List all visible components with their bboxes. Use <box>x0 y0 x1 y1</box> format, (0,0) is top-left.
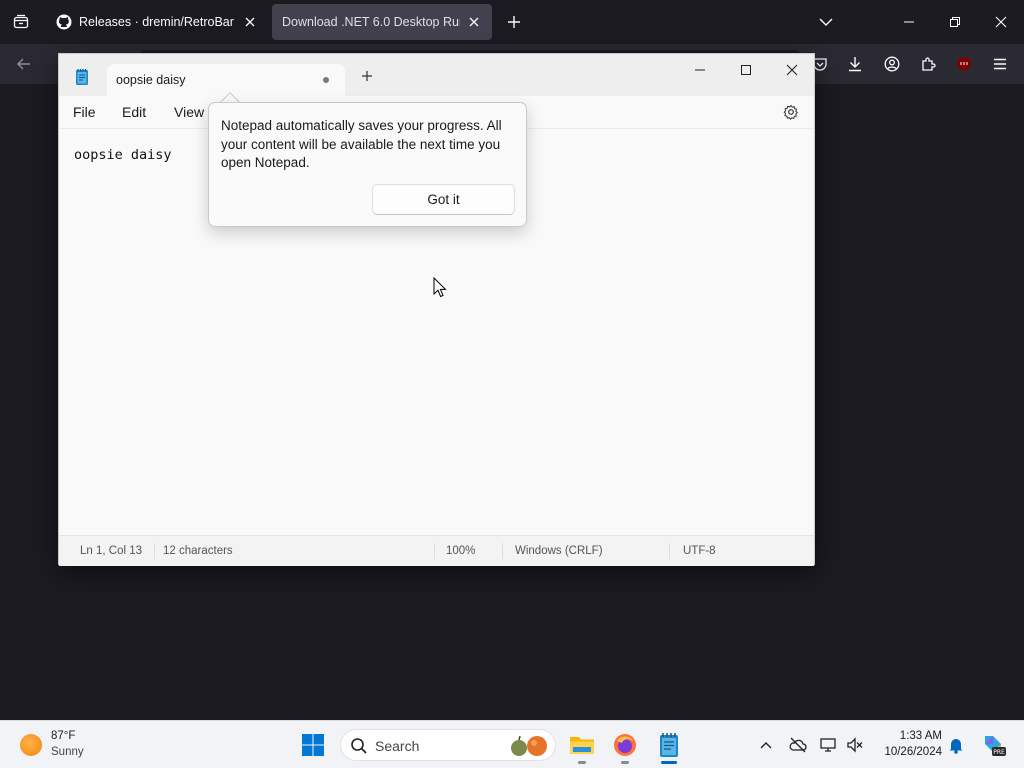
windows-logo-icon <box>302 734 324 756</box>
close-tab-icon[interactable] <box>242 14 258 30</box>
search-icon <box>351 738 367 754</box>
browser-tab-bar: Releases · dremin/RetroBar Download .NET… <box>0 0 1024 44</box>
mouse-cursor-icon <box>433 277 447 298</box>
back-arrow-icon <box>17 58 30 70</box>
firefox-icon <box>614 734 636 756</box>
settings-button[interactable] <box>782 103 800 121</box>
gear-icon <box>783 104 799 120</box>
folder-icon <box>570 737 594 754</box>
cursor-position: Ln 1, Col 13 <box>80 545 143 557</box>
notepad-minimize-button[interactable] <box>677 54 723 86</box>
status-divider <box>502 543 503 559</box>
copilot-icon: PRE <box>985 736 1006 756</box>
editor-content: oopsie daisy <box>74 147 172 163</box>
taskbar-search-box[interactable]: Search <box>340 729 556 761</box>
browser-restore-button[interactable] <box>932 0 978 44</box>
running-indicator <box>621 761 629 764</box>
search-highlight-art-icon <box>511 735 547 756</box>
network-icon <box>820 738 836 752</box>
show-hidden-icons-button[interactable] <box>756 735 776 755</box>
onedrive-tray-icon[interactable] <box>788 735 808 755</box>
notepad-maximize-button[interactable] <box>723 54 769 86</box>
tab-title: Releases · dremin/RetroBar <box>79 15 234 29</box>
status-divider <box>434 543 435 559</box>
start-button[interactable] <box>297 729 329 761</box>
notifications-button[interactable] <box>946 735 966 755</box>
notepad-tab[interactable]: oopsie daisy <box>107 64 345 96</box>
taskbar-file-explorer[interactable] <box>566 729 598 761</box>
browser-tab-dotnet[interactable]: Download .NET 6.0 Desktop Runtime <box>272 4 492 40</box>
speaker-muted-icon <box>847 737 863 753</box>
hamburger-menu-icon <box>994 58 1006 70</box>
chevron-down-icon <box>819 18 833 26</box>
ublock-origin-icon <box>957 57 971 71</box>
github-icon <box>56 14 72 30</box>
sun-icon[interactable] <box>20 734 42 756</box>
download-icon <box>849 57 861 72</box>
ublock-origin-button[interactable] <box>953 53 975 75</box>
weather-temperature[interactable]: 87°F <box>51 730 75 742</box>
notepad-app-icon <box>73 68 91 86</box>
notepad-new-tab-button[interactable] <box>359 68 375 84</box>
volume-tray-icon[interactable] <box>845 735 865 755</box>
character-count: 12 characters <box>163 545 233 557</box>
close-icon <box>786 64 798 76</box>
menu-edit[interactable]: Edit <box>122 104 146 120</box>
got-it-button[interactable]: Got it <box>372 184 515 215</box>
tab-title: Download .NET 6.0 Desktop Runtime <box>282 15 460 29</box>
active-app-indicator <box>661 761 677 764</box>
network-tray-icon[interactable] <box>819 735 839 755</box>
firefox-view-button[interactable] <box>0 0 42 44</box>
new-tab-button[interactable] <box>504 12 524 32</box>
account-icon <box>884 56 900 72</box>
taskbar-firefox[interactable] <box>609 729 641 761</box>
list-all-tabs-button[interactable] <box>816 12 836 32</box>
clock-time[interactable]: 1:33 AM <box>870 730 942 742</box>
search-placeholder: Search <box>375 738 420 754</box>
firefox-view-icon <box>13 14 29 29</box>
weather-condition[interactable]: Sunny <box>51 746 84 758</box>
encoding[interactable]: UTF-8 <box>683 545 716 557</box>
clock-date[interactable]: 10/26/2024 <box>870 746 942 758</box>
taskbar-notepad[interactable] <box>653 729 685 761</box>
taskbar: 87°F Sunny Search 1:33 AM 10/26/2024 PRE <box>0 720 1024 768</box>
chevron-up-icon <box>760 742 772 749</box>
menu-file[interactable]: File <box>73 104 96 120</box>
unsaved-dot-icon[interactable] <box>321 75 331 85</box>
notepad-title-bar[interactable]: oopsie daisy <box>59 54 814 96</box>
bell-icon <box>949 739 963 754</box>
status-divider <box>154 543 155 559</box>
autosave-teaching-tip: Notepad automatically saves your progres… <box>208 102 527 227</box>
browser-tab-retrobar[interactable]: Releases · dremin/RetroBar <box>46 4 268 40</box>
copilot-button[interactable]: PRE <box>980 731 1006 757</box>
cloud-offline-icon <box>789 737 807 753</box>
close-icon <box>995 16 1007 28</box>
browser-close-button[interactable] <box>978 0 1024 44</box>
status-bar: Ln 1, Col 13 12 characters 100% Windows … <box>59 535 814 566</box>
puzzle-icon <box>922 57 936 71</box>
menu-button[interactable] <box>989 53 1011 75</box>
running-indicator <box>578 761 586 764</box>
browser-minimize-button[interactable] <box>886 0 932 44</box>
line-ending[interactable]: Windows (CRLF) <box>515 545 603 557</box>
account-button[interactable] <box>881 53 903 75</box>
svg-text:PRE: PRE <box>993 749 1005 756</box>
maximize-icon <box>741 65 751 75</box>
extensions-button[interactable] <box>917 53 939 75</box>
notepad-icon <box>660 733 678 757</box>
status-divider <box>669 543 670 559</box>
menu-view[interactable]: View <box>174 104 204 120</box>
restore-icon <box>950 17 960 27</box>
notepad-tab-title: oopsie daisy <box>116 73 186 87</box>
plus-icon <box>362 71 372 81</box>
teaching-tip-message: Notepad automatically saves your progres… <box>221 118 502 170</box>
notepad-close-button[interactable] <box>769 54 815 86</box>
close-tab-icon[interactable] <box>466 14 482 30</box>
minimize-icon <box>695 69 705 71</box>
downloads-button[interactable] <box>844 53 866 75</box>
zoom-level[interactable]: 100% <box>446 545 475 557</box>
back-button[interactable] <box>13 53 35 75</box>
minimize-icon <box>904 21 914 23</box>
plus-icon <box>508 16 520 28</box>
